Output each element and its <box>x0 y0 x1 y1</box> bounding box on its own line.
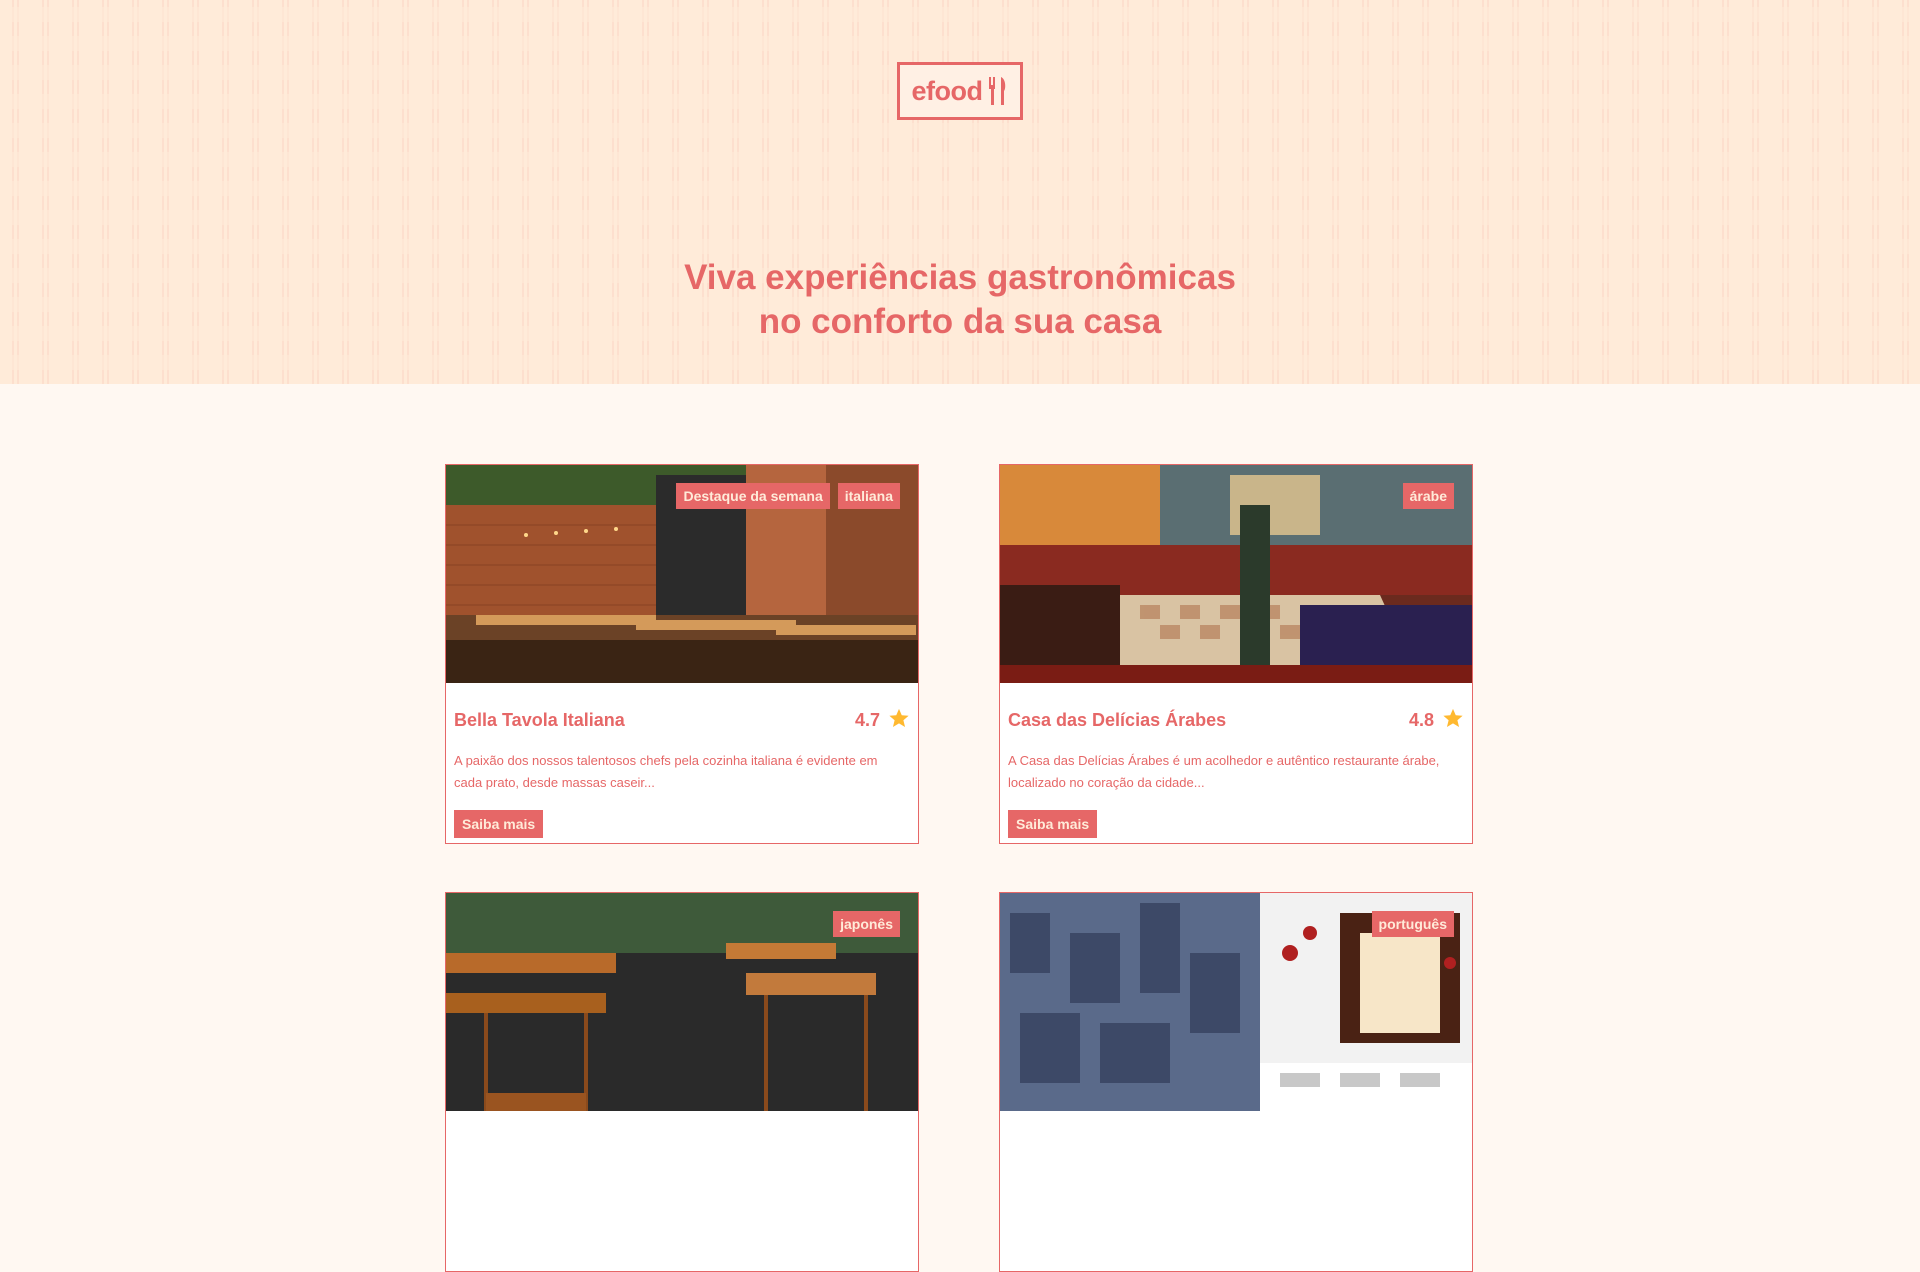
fork-knife-icon <box>987 75 1009 107</box>
restaurant-image: português <box>1000 893 1472 1111</box>
efood-logo[interactable]: efood <box>897 62 1023 120</box>
logo-text: efood <box>911 75 984 106</box>
tag-cuisine: italiana <box>837 483 900 509</box>
star-icon <box>888 707 910 734</box>
rating: 4.7 <box>855 707 910 734</box>
hero-title-line1: Viva experiências gastronômicas <box>684 258 1236 297</box>
tag-cuisine: japonês <box>833 911 900 937</box>
hero-banner: efood Viva experiências gastronômicas no… <box>0 0 1920 384</box>
restaurant-name: Bella Tavola Italiana <box>454 710 625 730</box>
restaurant-image: Destaque da semana italiana <box>446 465 918 683</box>
tag-list: árabe <box>1402 483 1454 509</box>
hero-title-line2: no conforto da sua casa <box>758 302 1162 341</box>
tag-cuisine: português <box>1371 911 1454 937</box>
rating-value: 4.8 <box>1408 710 1434 730</box>
star-icon <box>1442 707 1464 734</box>
restaurant-description: A Casa das Delícias Árabes é um acolhedo… <box>1008 753 1440 790</box>
restaurant-description: A paixão dos nossos talentosos chefs pel… <box>454 753 878 790</box>
card-body: Casa das Delícias Árabes 4.8 A Casa das … <box>1008 683 1464 838</box>
card-body: Bella Tavola Italiana 4.7 A paixão dos n… <box>454 683 910 838</box>
tag-featured: Destaque da semana <box>676 483 830 509</box>
tag-cuisine: árabe <box>1402 483 1454 509</box>
tag-list: português <box>1371 911 1454 937</box>
rating: 4.8 <box>1409 707 1464 734</box>
tag-list: japonês <box>833 911 900 937</box>
hero-title: Viva experiências gastronômicas no confo… <box>560 256 1360 344</box>
restaurant-card: português <box>999 892 1473 1272</box>
restaurant-card: japonês <box>445 892 919 1272</box>
restaurant-card: árabe Casa das Delícias Árabes 4.8 A Cas… <box>999 464 1473 844</box>
tag-list: Destaque da semana italiana <box>676 483 900 509</box>
restaurant-card: Destaque da semana italiana Bella Tavola… <box>445 464 919 844</box>
restaurant-name: Casa das Delícias Árabes <box>1008 710 1227 730</box>
saiba-mais-button[interactable]: Saiba mais <box>454 810 544 838</box>
restaurant-image: japonês <box>446 893 918 1111</box>
rating-value: 4.7 <box>854 710 880 730</box>
restaurant-image: árabe <box>1000 465 1472 683</box>
saiba-mais-button[interactable]: Saiba mais <box>1008 810 1098 838</box>
